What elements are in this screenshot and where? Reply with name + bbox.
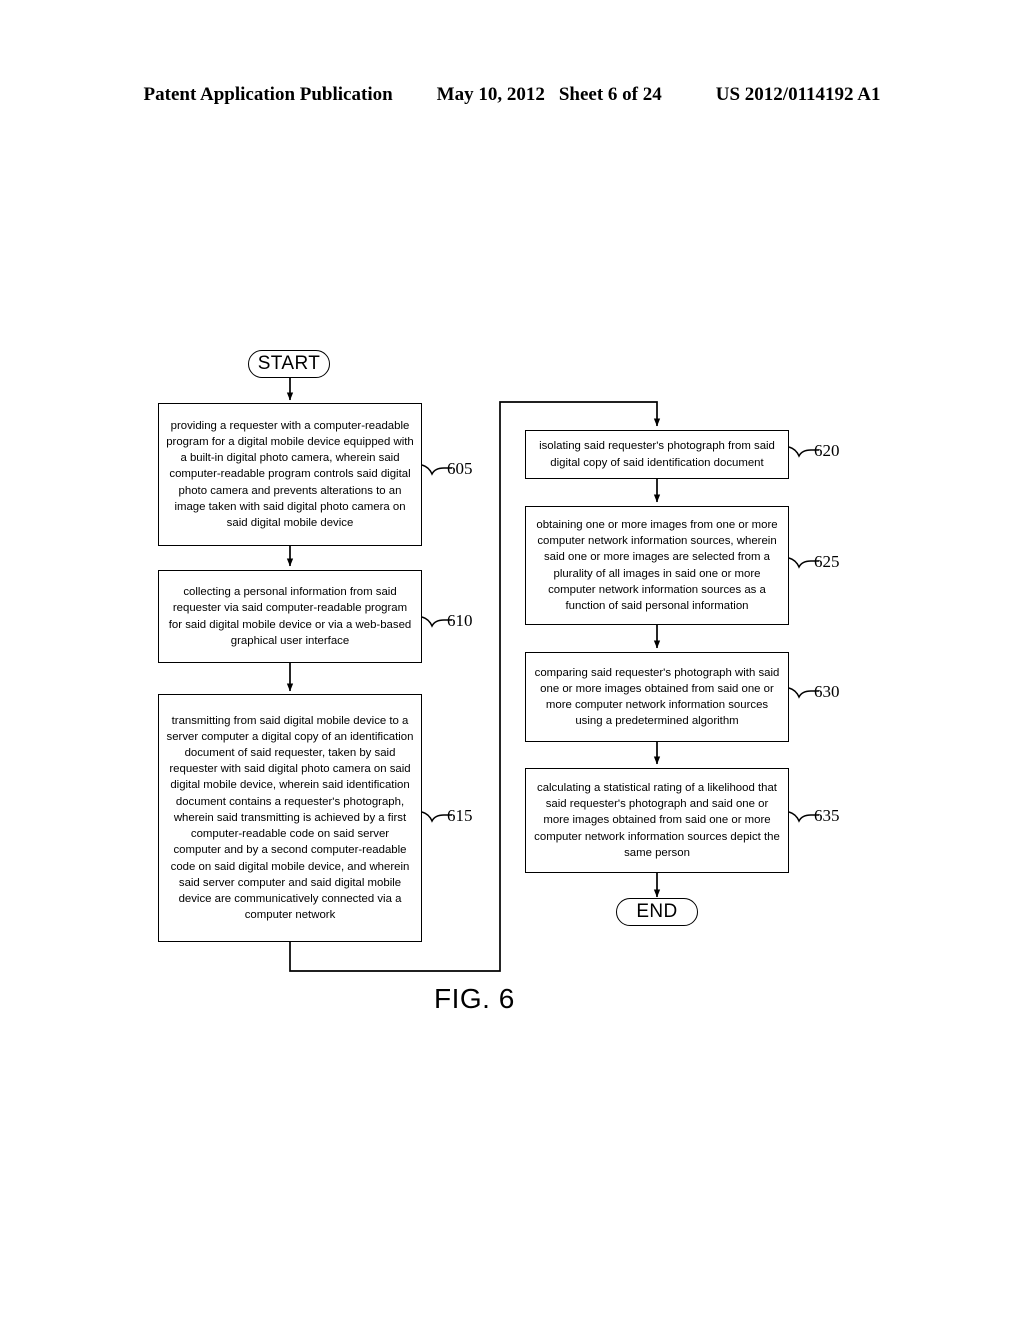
process-node-635: calculating a statistical rating of a li…: [525, 768, 789, 873]
reference-leader-lines: [421, 446, 819, 823]
reference-numeral-615: 615: [447, 806, 473, 825]
reference-numeral-610: 610: [447, 611, 473, 630]
process-node-615: transmitting from said digital mobile de…: [158, 694, 422, 942]
process-node-620-text: isolating said requester's photograph fr…: [539, 440, 775, 469]
reference-numeral-630: 630: [814, 682, 840, 701]
process-node-625: obtaining one or more images from one or…: [525, 506, 789, 625]
reference-numeral-605: 605: [447, 459, 473, 478]
end-label: END: [636, 901, 678, 922]
process-node-605-text: providing a requester with a computer-re…: [166, 419, 414, 529]
process-node-625-text: obtaining one or more images from one or…: [536, 518, 778, 612]
process-node-615-text: transmitting from said digital mobile de…: [166, 714, 414, 922]
reference-numeral-635: 635: [814, 806, 840, 825]
start-label: START: [257, 353, 321, 374]
process-node-635-text: calculating a statistical rating of a li…: [534, 781, 780, 859]
flowchart-connectors: [286, 377, 819, 972]
process-node-630-text: comparing said requester's photograph wi…: [534, 666, 780, 728]
start-terminator: START: [248, 350, 330, 378]
flowchart-figure: [0, 0, 1024, 1320]
figure-caption: FIG. 6: [434, 983, 515, 1014]
process-node-610: collecting a personal information from s…: [158, 570, 422, 663]
reference-numeral-620: 620: [814, 441, 840, 460]
process-node-605: providing a requester with a computer-re…: [158, 403, 422, 546]
process-node-610-text: collecting a personal information from s…: [168, 586, 412, 647]
process-node-630: comparing said requester's photograph wi…: [525, 652, 789, 742]
reference-numeral-625: 625: [814, 552, 840, 571]
process-node-620: isolating said requester's photograph fr…: [525, 430, 789, 479]
end-terminator: END: [616, 898, 698, 926]
